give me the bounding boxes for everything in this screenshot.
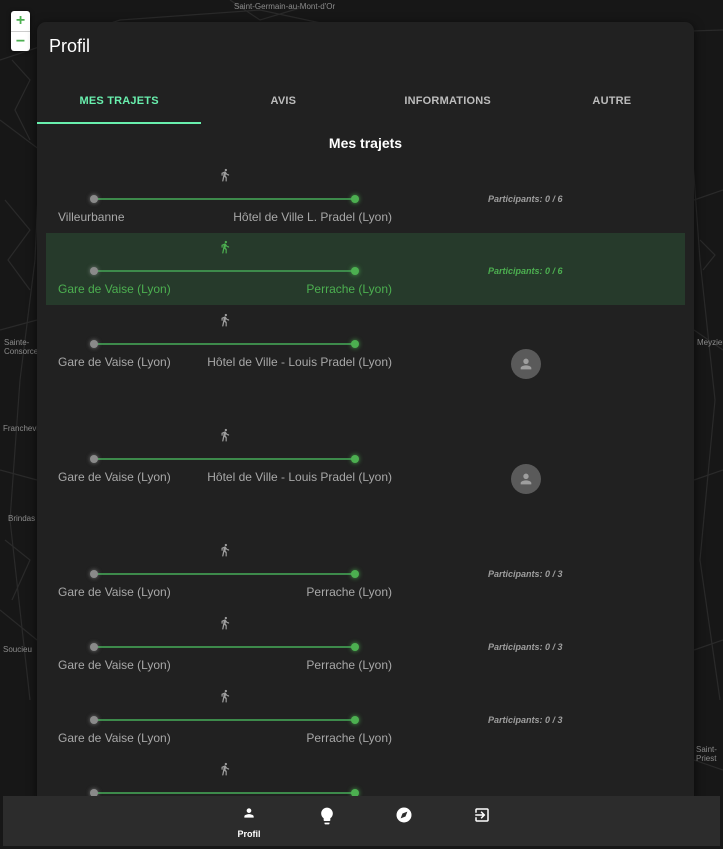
trip-participants: Participants: 0 / 6 xyxy=(488,194,563,204)
map-label: Brindas xyxy=(8,514,36,523)
zoom-out-button[interactable]: − xyxy=(11,31,30,51)
compass-icon xyxy=(395,796,413,829)
route-line xyxy=(94,198,355,200)
trip-origin: Gare de Vaise (Lyon) xyxy=(58,585,171,599)
route-end-dot xyxy=(351,716,359,724)
trip-origin: Gare de Vaise (Lyon) xyxy=(58,658,171,672)
trip-item[interactable]: Villeurbanne Hôtel de Ville L. Pradel (L… xyxy=(46,161,685,233)
profile-panel: Profil MES TRAJETS AVIS INFORMATIONS AUT… xyxy=(37,22,694,802)
route-start-dot xyxy=(90,340,98,348)
walking-icon xyxy=(216,760,234,778)
route-start-dot xyxy=(90,455,98,463)
walking-icon xyxy=(216,238,234,256)
trip-item[interactable] xyxy=(46,755,685,802)
trip-destination: Perrache (Lyon) xyxy=(306,731,392,745)
trip-participants: Participants: 0 / 6 xyxy=(488,266,563,276)
trip-participants: Participants: 0 / 3 xyxy=(488,569,563,579)
walking-icon xyxy=(216,166,234,184)
route-line xyxy=(94,343,355,345)
bottom-navigation: Profil xyxy=(3,796,720,846)
map-label: Soucieu xyxy=(3,645,32,654)
trip-participants: Participants: 0 / 3 xyxy=(488,715,563,725)
route-line xyxy=(94,646,355,648)
route-line xyxy=(94,792,355,794)
trip-participants: Participants: 0 / 3 xyxy=(488,642,563,652)
trip-item[interactable]: Gare de Vaise (Lyon) Perrache (Lyon) Par… xyxy=(46,536,685,608)
walking-icon xyxy=(216,541,234,559)
walking-icon xyxy=(216,426,234,444)
trip-item[interactable]: Gare de Vaise (Lyon) Perrache (Lyon) Par… xyxy=(46,609,685,681)
nav-explore[interactable] xyxy=(384,796,424,846)
trip-origin: Gare de Vaise (Lyon) xyxy=(58,282,171,296)
walking-icon xyxy=(216,687,234,705)
route-end-dot xyxy=(351,267,359,275)
trip-item[interactable]: Gare de Vaise (Lyon) Hôtel de Ville - Lo… xyxy=(46,421,685,494)
trip-destination: Perrache (Lyon) xyxy=(306,585,392,599)
route-line xyxy=(94,458,355,460)
route-end-dot xyxy=(351,340,359,348)
trip-destination: Perrache (Lyon) xyxy=(306,658,392,672)
walking-icon xyxy=(216,311,234,329)
route-end-dot xyxy=(351,643,359,651)
trip-origin: Gare de Vaise (Lyon) xyxy=(58,355,171,369)
trip-destination: Hôtel de Ville - Louis Pradel (Lyon) xyxy=(207,355,392,369)
route-start-dot xyxy=(90,716,98,724)
map-label: Saint-Germain-au-Mont-d'Or xyxy=(234,2,336,11)
route-end-dot xyxy=(351,455,359,463)
map-label: Saint-Priest xyxy=(696,745,717,763)
nav-profil-label: Profil xyxy=(237,829,261,839)
trip-destination: Perrache (Lyon) xyxy=(306,282,392,296)
walking-icon xyxy=(216,614,234,632)
trip-item[interactable]: Gare de Vaise (Lyon) Hôtel de Ville - Lo… xyxy=(46,306,685,379)
trips-list: Villeurbanne Hôtel de Ville L. Pradel (L… xyxy=(46,22,685,802)
route-end-dot xyxy=(351,570,359,578)
route-line xyxy=(94,270,355,272)
logout-icon xyxy=(473,796,491,829)
route-start-dot xyxy=(90,267,98,275)
trip-origin: Villeurbanne xyxy=(58,210,125,224)
nav-suggestions[interactable] xyxy=(307,796,347,846)
person-icon xyxy=(242,796,256,825)
person-icon[interactable] xyxy=(511,349,541,379)
map-label: Sainte-Consorce xyxy=(4,338,39,356)
trip-destination: Hôtel de Ville - Louis Pradel (Lyon) xyxy=(207,470,392,484)
trip-origin: Gare de Vaise (Lyon) xyxy=(58,731,171,745)
map-label: Meyzieu xyxy=(697,338,723,347)
zoom-control: + − xyxy=(11,11,30,51)
trip-origin: Gare de Vaise (Lyon) xyxy=(58,470,171,484)
route-start-dot xyxy=(90,195,98,203)
zoom-in-button[interactable]: + xyxy=(11,11,30,31)
trip-item[interactable]: Gare de Vaise (Lyon) Perrache (Lyon) Par… xyxy=(46,233,685,305)
nav-logout[interactable] xyxy=(462,796,502,846)
lightbulb-icon xyxy=(316,796,338,831)
route-line xyxy=(94,573,355,575)
person-icon[interactable] xyxy=(511,464,541,494)
route-end-dot xyxy=(351,195,359,203)
nav-profil[interactable]: Profil xyxy=(229,796,269,846)
trip-destination: Hôtel de Ville L. Pradel (Lyon) xyxy=(233,210,392,224)
trip-item[interactable]: Gare de Vaise (Lyon) Perrache (Lyon) Par… xyxy=(46,682,685,754)
route-start-dot xyxy=(90,570,98,578)
map-label: Francheville xyxy=(3,424,37,433)
route-line xyxy=(94,719,355,721)
route-start-dot xyxy=(90,643,98,651)
